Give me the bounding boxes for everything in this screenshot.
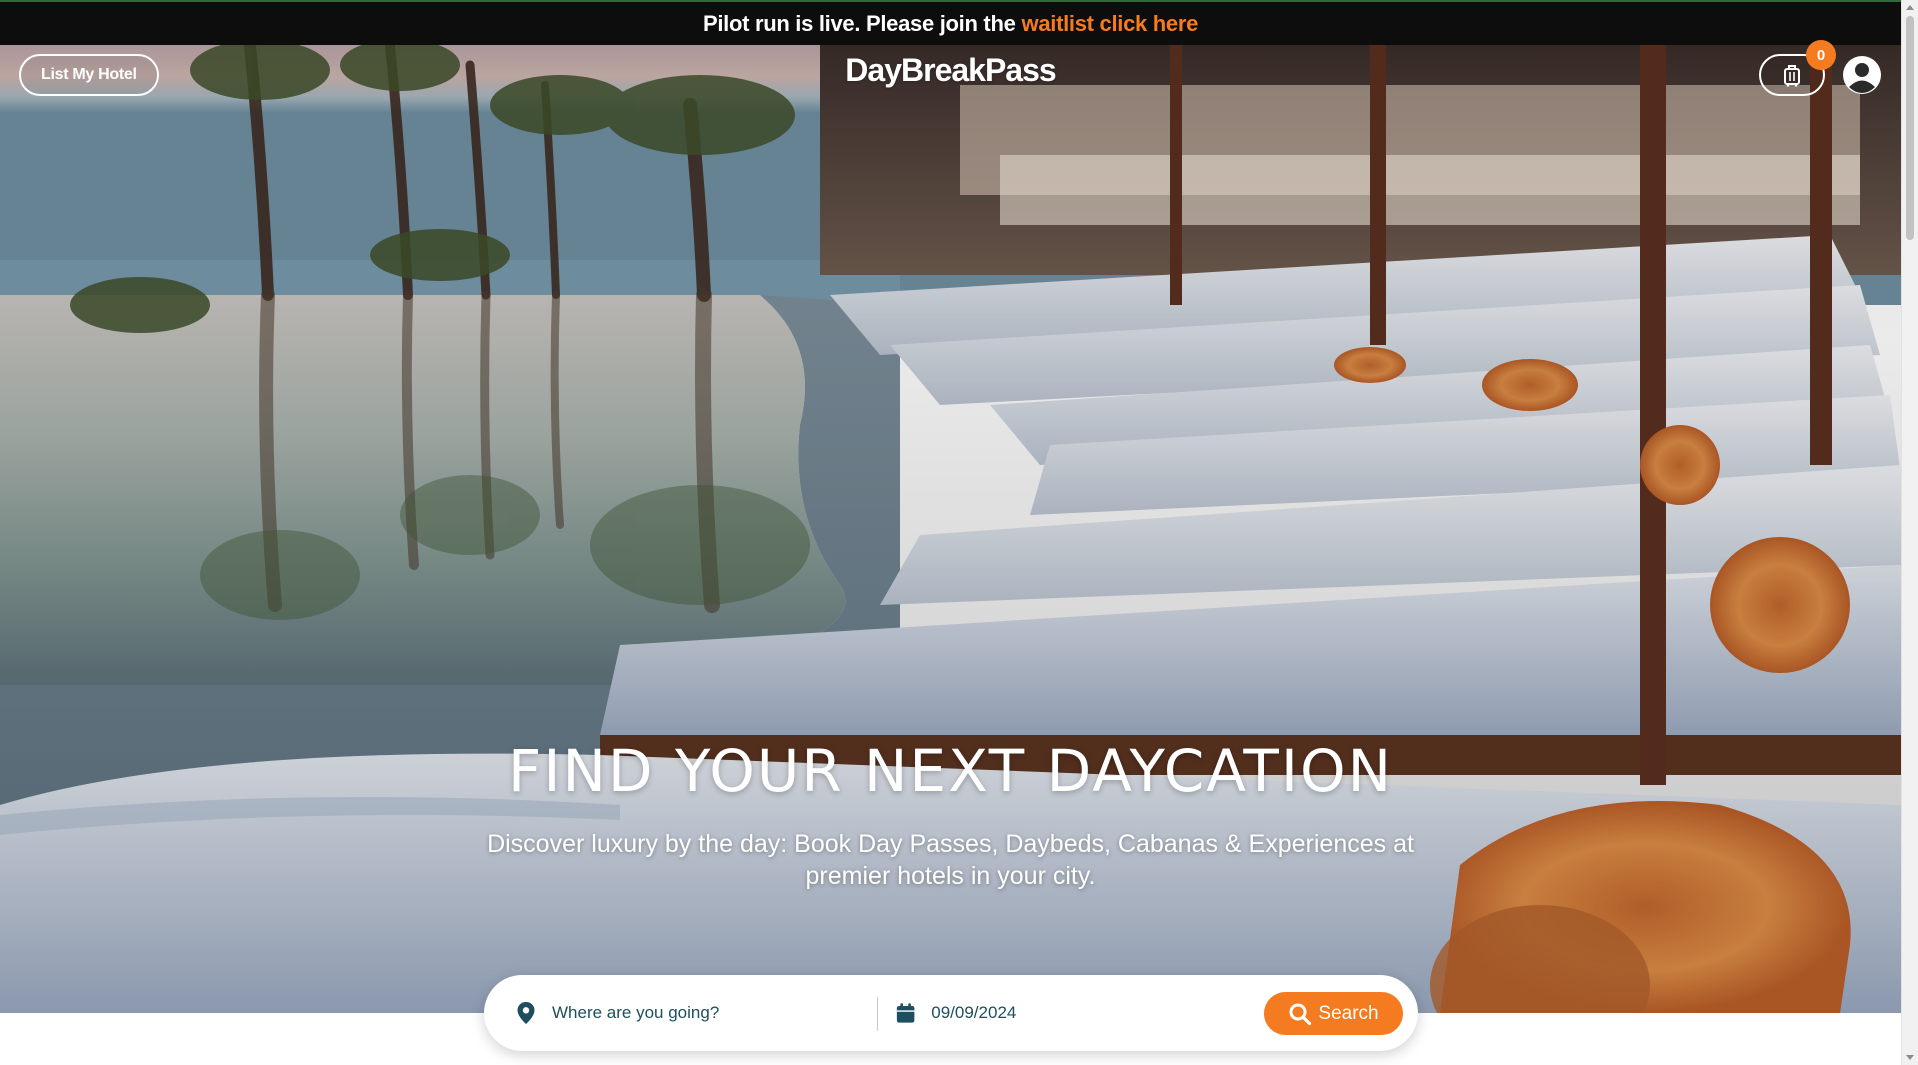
hero-title: FIND YOUR NEXT DAYCATION	[508, 737, 1393, 805]
hero-subtitle: Discover luxury by the day: Book Day Pas…	[487, 830, 1414, 890]
list-my-hotel-button[interactable]: List My Hotel	[19, 54, 159, 96]
announcement-text: Pilot run is live. Please join the	[702, 10, 1016, 36]
user-circle-icon	[1843, 56, 1881, 94]
announcement-bar: Pilot run is live. Please join the waitl…	[0, 0, 1901, 45]
calendar-icon	[896, 1003, 915, 1023]
scrollbar-thumb[interactable]	[1906, 16, 1914, 240]
date-field[interactable]	[896, 975, 1196, 1051]
map-pin-icon	[517, 1002, 535, 1024]
search-icon	[1289, 1003, 1312, 1025]
search-button[interactable]: Search	[1264, 992, 1403, 1035]
account-button[interactable]	[1842, 55, 1882, 95]
date-input[interactable]	[929, 1002, 1196, 1024]
page-scrollbar[interactable]	[1901, 0, 1918, 1065]
page: Pilot run is live. Please join the waitl…	[0, 0, 1918, 1065]
scroll-down-arrow-icon[interactable]	[1906, 1055, 1914, 1060]
destination-field[interactable]	[516, 975, 856, 1051]
scroll-up-arrow-icon[interactable]	[1906, 5, 1914, 10]
luggage-icon	[1784, 65, 1800, 87]
waitlist-link[interactable]: waitlist click here	[1022, 11, 1199, 37]
search-divider	[877, 997, 878, 1031]
cart-count-badge: 0	[1806, 40, 1836, 70]
search-bar: Search	[484, 975, 1418, 1051]
destination-input[interactable]	[550, 1002, 854, 1024]
search-button-label: Search	[1318, 1002, 1379, 1024]
